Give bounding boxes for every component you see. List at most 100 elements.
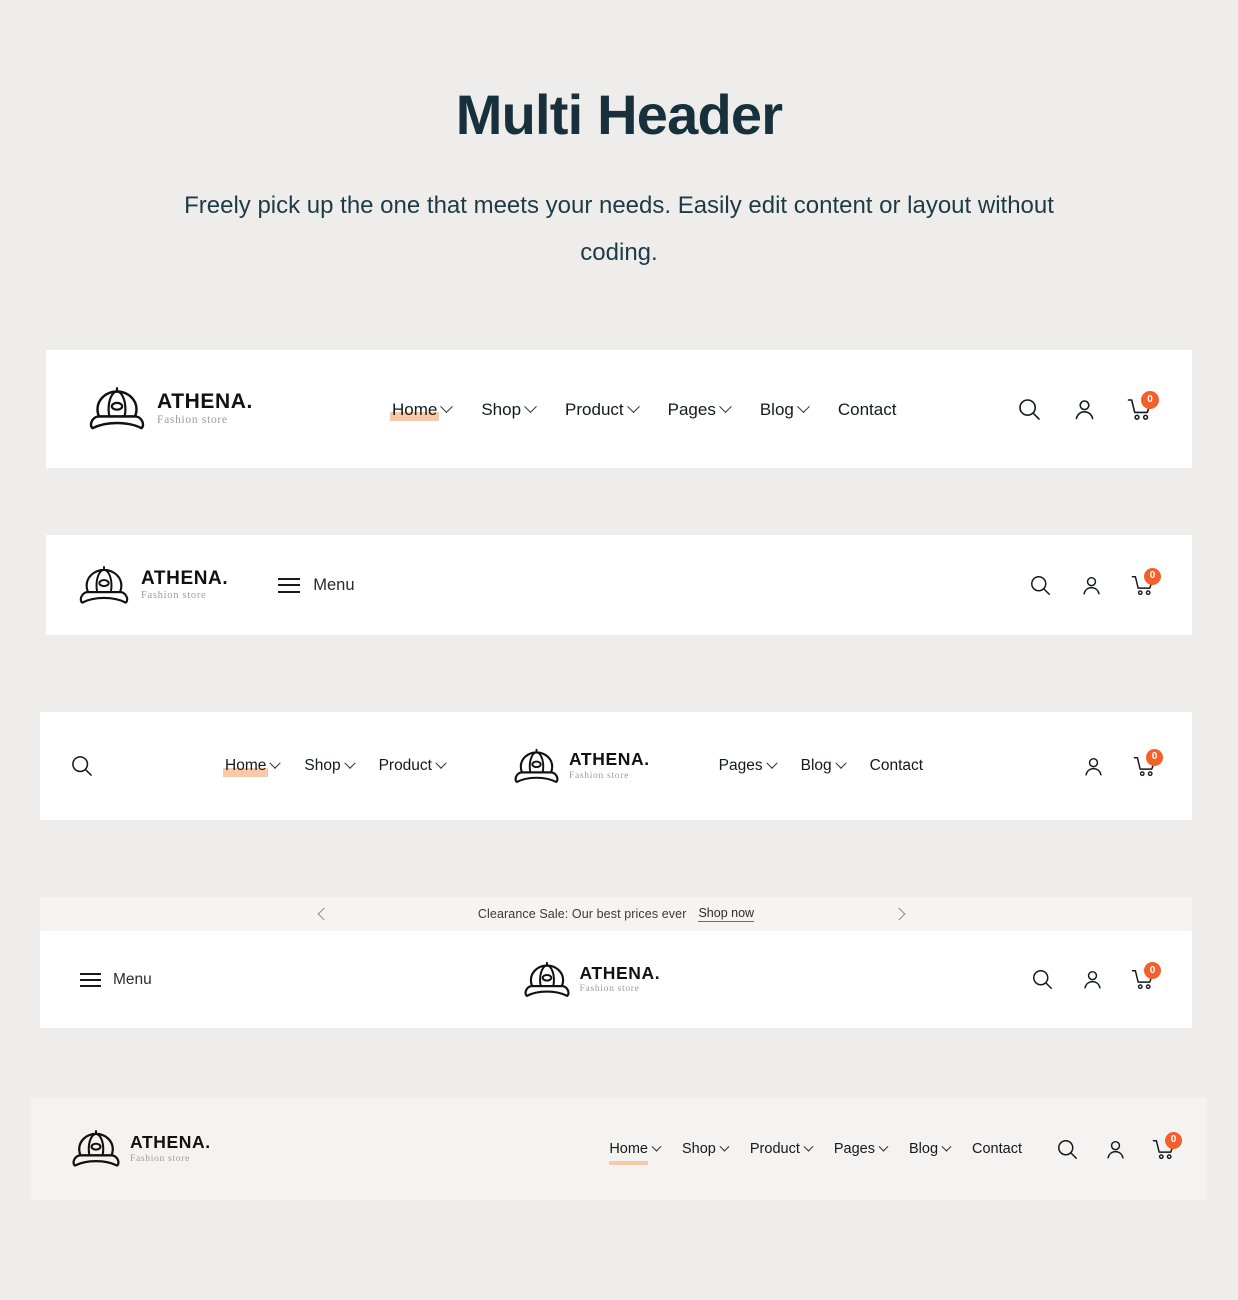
nav-label: Contact bbox=[869, 757, 924, 775]
brand-text: ATHENA. Fashion store bbox=[568, 749, 650, 781]
nav-label: Blog bbox=[800, 757, 832, 775]
nav-item-blog[interactable]: Blog bbox=[800, 757, 847, 775]
nav-item-pages[interactable]: Pages bbox=[833, 1140, 889, 1157]
nav-item-contact[interactable]: Contact bbox=[838, 401, 897, 418]
cart-count-badge: 0 bbox=[1141, 390, 1159, 409]
nav-label: Home bbox=[391, 399, 438, 419]
cart-button[interactable]: 0 bbox=[1152, 1131, 1182, 1161]
cart-button[interactable]: 0 bbox=[1133, 748, 1163, 778]
header-variant-4: Menu ATHENA. Fashion store 0 bbox=[40, 931, 1192, 1028]
nav-item-pages[interactable]: Pages bbox=[667, 399, 732, 419]
search-icon bbox=[1033, 970, 1052, 989]
nav-label: Pages bbox=[667, 399, 716, 419]
nav-item-home[interactable]: Home bbox=[222, 757, 282, 777]
nav-item-shop[interactable]: Shop bbox=[682, 1140, 730, 1157]
account-button[interactable] bbox=[1104, 1138, 1127, 1161]
search-icon bbox=[1019, 398, 1040, 420]
user-icon bbox=[1075, 399, 1094, 419]
nav-item-product[interactable]: Product bbox=[379, 757, 447, 774]
nav-item-blog[interactable]: Blog bbox=[759, 399, 810, 419]
nav-item-home[interactable]: Home bbox=[389, 399, 454, 421]
cart-count-badge: 0 bbox=[1165, 1131, 1182, 1149]
nav-item-contact[interactable]: Contact bbox=[870, 758, 923, 774]
chevron-right-icon bbox=[892, 907, 906, 921]
announcement-prev-button[interactable] bbox=[315, 906, 331, 922]
header-variant-5: ATHENA. Fashion store Home Shop Product bbox=[31, 1098, 1207, 1200]
brand-tagline: Fashion store bbox=[141, 589, 207, 601]
header-actions: 0 bbox=[1082, 748, 1163, 778]
nav-item-pages[interactable]: Pages bbox=[719, 757, 778, 774]
header-actions: 0 bbox=[1017, 390, 1159, 422]
chevron-down-icon bbox=[435, 757, 447, 769]
chevron-down-icon bbox=[718, 399, 732, 413]
brand-text: ATHENA. Fashion store bbox=[130, 1132, 211, 1164]
user-icon bbox=[1107, 1140, 1124, 1159]
chevron-down-icon bbox=[878, 1141, 889, 1152]
chevron-down-icon bbox=[269, 757, 282, 769]
main-navigation-right: Pages Blog Contact bbox=[719, 757, 923, 775]
account-button[interactable] bbox=[1080, 574, 1103, 597]
search-button[interactable] bbox=[70, 754, 94, 778]
cart-button[interactable]: 0 bbox=[1131, 567, 1161, 597]
brand-logo[interactable]: ATHENA. Fashion store bbox=[78, 565, 228, 606]
chevron-down-icon bbox=[834, 757, 847, 769]
search-button[interactable] bbox=[1056, 1138, 1079, 1161]
account-button[interactable] bbox=[1081, 968, 1104, 991]
nav-label: Shop bbox=[682, 1140, 716, 1157]
nav-label: Product bbox=[749, 1140, 800, 1157]
menu-toggle-label: Menu bbox=[313, 575, 355, 594]
account-button[interactable] bbox=[1072, 397, 1097, 422]
brand-logo[interactable]: ATHENA. Fashion store bbox=[71, 1129, 211, 1169]
nav-label: Product bbox=[565, 399, 624, 419]
menu-toggle[interactable]: Menu bbox=[278, 575, 355, 594]
cart-button[interactable]: 0 bbox=[1127, 390, 1159, 422]
nav-label: Contact bbox=[972, 1140, 1022, 1157]
nav-label: Pages bbox=[833, 1140, 875, 1157]
menu-toggle-label: Menu bbox=[113, 970, 152, 988]
brand-name: ATHENA. bbox=[130, 1132, 211, 1152]
announcement-bar: Clearance Sale: Our best prices ever Sho… bbox=[40, 897, 1192, 931]
nav-label: Blog bbox=[759, 399, 794, 419]
brand-logo[interactable]: ATHENA. Fashion store bbox=[513, 748, 650, 785]
nav-item-shop[interactable]: Shop bbox=[481, 399, 537, 419]
cap-logo-icon bbox=[89, 387, 145, 430]
user-icon bbox=[1084, 970, 1101, 989]
announcement-link[interactable]: Shop now bbox=[698, 906, 755, 922]
announcement-text: Clearance Sale: Our best prices ever bbox=[477, 907, 687, 921]
search-button[interactable] bbox=[1029, 574, 1052, 597]
nav-item-contact[interactable]: Contact bbox=[972, 1142, 1022, 1157]
header-variant-1: ATHENA. Fashion store Home Shop Product bbox=[46, 350, 1192, 468]
cart-button[interactable]: 0 bbox=[1131, 962, 1161, 991]
chevron-left-icon bbox=[317, 907, 331, 921]
nav-item-product[interactable]: Product bbox=[749, 1140, 814, 1157]
brand-name: ATHENA. bbox=[568, 749, 650, 769]
chevron-down-icon bbox=[803, 1141, 814, 1152]
nav-item-home[interactable]: Home bbox=[609, 1141, 662, 1165]
search-icon bbox=[72, 756, 92, 776]
header-variant-3: Home Shop Product ATHENA. Fashion store … bbox=[40, 712, 1192, 820]
chevron-down-icon bbox=[719, 1141, 730, 1152]
nav-item-shop[interactable]: Shop bbox=[304, 757, 356, 774]
announcement-next-button[interactable] bbox=[892, 906, 908, 922]
main-navigation: Home Shop Product Pages Blog Contact bbox=[389, 399, 897, 421]
header-actions: 0 bbox=[1056, 1131, 1182, 1161]
brand-logo[interactable]: ATHENA. Fashion store bbox=[523, 961, 661, 999]
brand-text: ATHENA. Fashion store bbox=[580, 964, 661, 995]
nav-label: Shop bbox=[481, 399, 522, 419]
nav-item-product[interactable]: Product bbox=[565, 399, 640, 419]
hamburger-icon bbox=[80, 972, 101, 987]
search-button[interactable] bbox=[1031, 968, 1054, 991]
brand-text: ATHENA. Fashion store bbox=[141, 569, 228, 602]
brand-logo[interactable]: ATHENA. Fashion store bbox=[88, 386, 253, 432]
search-button[interactable] bbox=[1017, 397, 1042, 422]
brand-tagline: Fashion store bbox=[157, 414, 228, 427]
brand-name: ATHENA. bbox=[157, 390, 253, 414]
cap-logo-icon bbox=[72, 1130, 120, 1167]
cart-count-badge: 0 bbox=[1146, 748, 1163, 766]
main-navigation-left: Home Shop Product bbox=[222, 757, 447, 777]
menu-toggle[interactable]: Menu bbox=[80, 972, 152, 988]
nav-item-blog[interactable]: Blog bbox=[909, 1141, 952, 1157]
account-button[interactable] bbox=[1082, 755, 1105, 778]
chevron-down-icon bbox=[651, 1141, 662, 1152]
cart-count-badge: 0 bbox=[1144, 962, 1161, 979]
